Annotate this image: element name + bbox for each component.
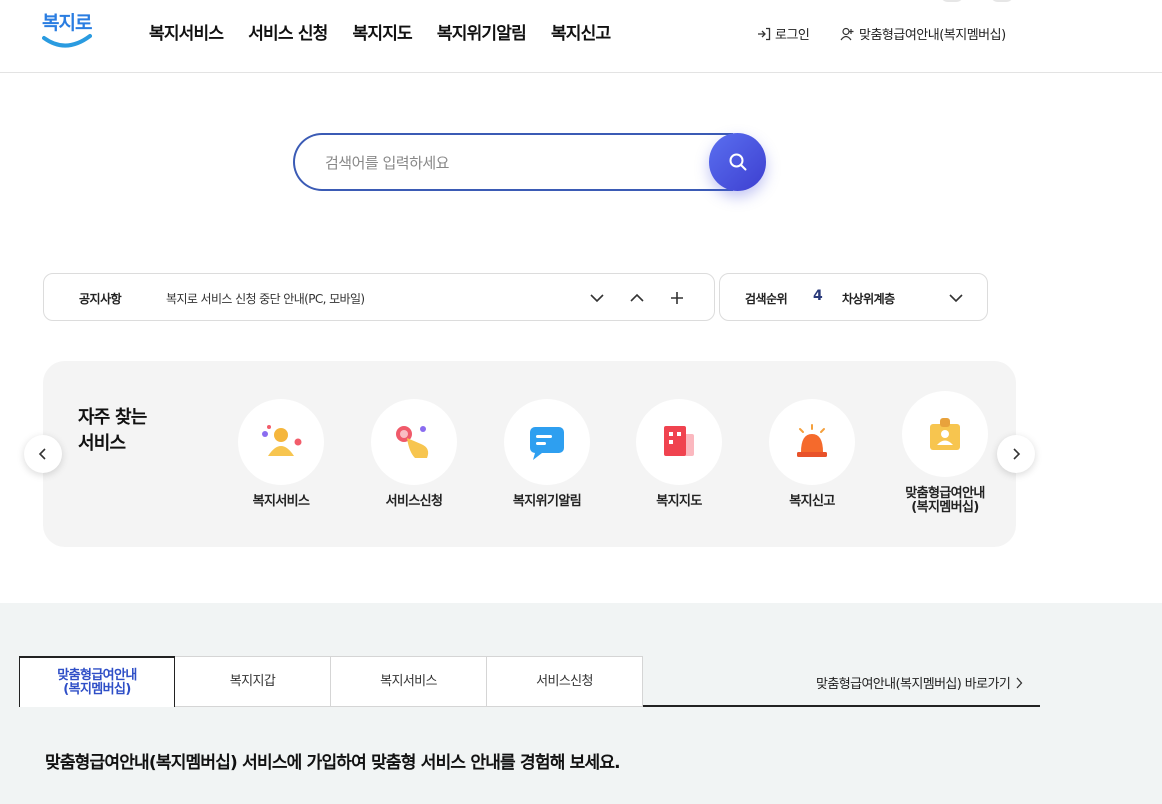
fav-label: 맞춤형급여안내 (복지멤버십): [905, 486, 985, 515]
login-link[interactable]: 로그인: [757, 24, 810, 43]
membership-tabs: 맞춤형급여안내 (복지멤버십) 복지지갑 복지서비스 서비스신청: [19, 656, 643, 707]
fav-next-button[interactable]: [997, 435, 1035, 473]
global-nav: 복지서비스 서비스 신청 복지지도 복지위기알림 복지신고: [149, 19, 635, 44]
fav-welfare-map[interactable]: 복지지도: [624, 399, 734, 509]
rank-label: 검색순위: [745, 292, 788, 306]
fav-welfare-report[interactable]: 복지신고: [757, 399, 867, 509]
id-badge-icon: [930, 418, 960, 450]
title-line: 자주 찾는: [78, 407, 147, 428]
goto-label: 맞춤형급여안내(복지멤버십) 바로가기: [816, 677, 1011, 692]
fav-crisis-alert[interactable]: 복지위기알림: [492, 399, 602, 509]
fav-label: 복지서비스: [252, 494, 310, 509]
hand-tap-icon: [396, 426, 429, 458]
tab-welfare-service[interactable]: 복지서비스: [331, 656, 487, 707]
chevron-left-icon: [38, 448, 46, 460]
membership-link[interactable]: 맞춤형급여안내(복지멤버십): [840, 24, 1006, 43]
gnb-crisis-alert[interactable]: 복지위기알림: [437, 19, 527, 44]
membership-label: 맞춤형급여안내(복지멤버십): [859, 28, 1006, 43]
message-icon: [530, 427, 564, 460]
chevron-down-icon: [590, 294, 604, 303]
tab-welfare-wallet[interactable]: 복지지갑: [175, 656, 331, 707]
fav-service-apply[interactable]: 서비스신청: [359, 399, 469, 509]
chevron-up-icon: [630, 293, 644, 302]
gnb-welfare-map[interactable]: 복지지도: [353, 19, 413, 44]
search-button[interactable]: [709, 133, 766, 191]
people-icon: [262, 425, 302, 456]
chevron-right-icon: [1013, 448, 1021, 460]
tab-membership[interactable]: 맞춤형급여안내 (복지멤버십): [19, 656, 175, 707]
fav-icon-circle: [238, 399, 324, 485]
chevron-down-icon: [949, 294, 963, 303]
top-decoration: [940, 0, 964, 2]
notice-bar: 공지사항 복지로 서비스 신청 중단 안내(PC, 모바일): [43, 273, 715, 321]
frequent-services: 자주 찾는 서비스 복지서비스 서비스신청 복지위기알림 복지지도 복지신고 맞…: [43, 361, 1016, 547]
top-decoration: [990, 0, 1014, 2]
login-label: 로그인: [775, 28, 810, 43]
fav-icon-circle: [504, 399, 590, 485]
rank-expand-button[interactable]: [944, 286, 968, 310]
search-rank-bar: 검색순위 4 차상위계층: [719, 273, 988, 321]
search-box: [293, 133, 733, 191]
notice-next-button[interactable]: [585, 286, 609, 310]
gnb-welfare-service[interactable]: 복지서비스: [149, 19, 224, 44]
main-search: [293, 133, 766, 191]
fav-icon-circle: [769, 399, 855, 485]
title-line: 서비스: [78, 433, 126, 454]
fav-welfare-service[interactable]: 복지서비스: [226, 399, 336, 509]
fav-icon-circle: [371, 399, 457, 485]
search-icon: [729, 153, 746, 171]
notice-more-button[interactable]: [665, 286, 689, 310]
fav-label: 복지신고: [789, 494, 835, 509]
frequent-services-title: 자주 찾는 서비스: [78, 405, 178, 457]
gnb-service-apply[interactable]: 서비스 신청: [248, 19, 328, 44]
fav-label: 서비스신청: [385, 494, 443, 509]
fav-icon-circle: [636, 399, 722, 485]
fav-membership[interactable]: 맞춤형급여안내 (복지멤버십): [890, 391, 1000, 515]
notice-prev-button[interactable]: [625, 286, 649, 310]
logo-smile-icon: [42, 34, 92, 48]
notice-text[interactable]: 복지로 서비스 신청 중단 안내(PC, 모바일): [166, 290, 365, 307]
fav-icon-circle: [902, 391, 988, 477]
user-add-icon: [840, 27, 854, 40]
fav-prev-button[interactable]: [24, 435, 62, 473]
rank-term[interactable]: 차상위계층: [842, 290, 895, 307]
gnb-welfare-report[interactable]: 복지신고: [551, 19, 611, 44]
membership-section: 맞춤형급여안내 (복지멤버십) 복지지갑 복지서비스 서비스신청 맞춤형급여안내…: [0, 603, 1162, 804]
building-icon: [664, 426, 694, 456]
plus-icon: [671, 292, 683, 304]
rank-number: 4: [813, 288, 823, 304]
search-input[interactable]: [325, 151, 705, 175]
membership-description: 맞춤형급여안내(복지멤버십) 서비스에 가입하여 맞춤형 서비스 안내를 경험해…: [45, 753, 621, 773]
membership-goto-link[interactable]: 맞춤형급여안내(복지멤버십) 바로가기: [816, 673, 1023, 692]
siren-icon: [797, 424, 827, 457]
fav-label: 복지위기알림: [512, 494, 582, 509]
tab-service-apply[interactable]: 서비스신청: [487, 656, 643, 707]
login-icon: [758, 27, 771, 40]
notice-label: 공지사항: [79, 292, 122, 306]
bokjiro-logo[interactable]: 복지로: [40, 8, 96, 52]
chevron-right-icon: [1016, 677, 1023, 688]
fav-label: 복지지도: [656, 494, 702, 509]
site-header: 복지로 복지서비스 서비스 신청 복지지도 복지위기알림 복지신고 로그인 맞춤…: [0, 0, 1162, 73]
tab-underline: [643, 705, 1040, 707]
